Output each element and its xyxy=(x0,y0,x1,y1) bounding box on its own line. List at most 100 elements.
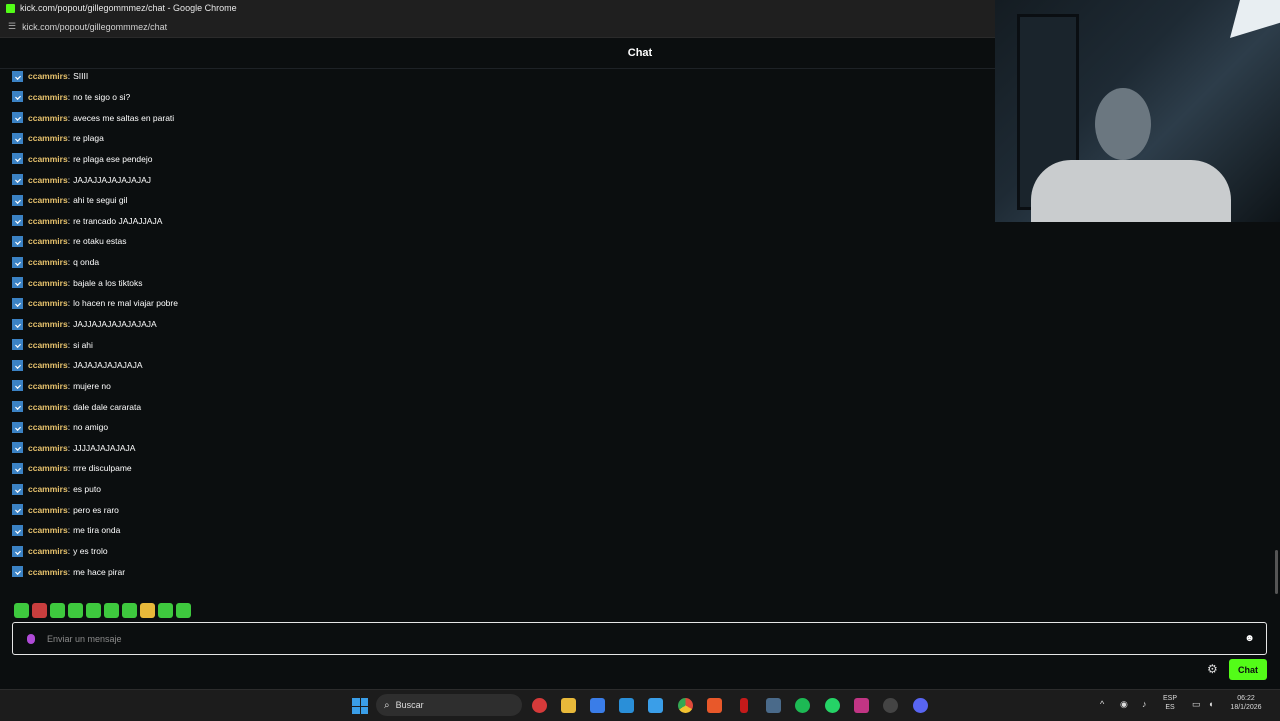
message-text: y es trolo xyxy=(73,546,108,557)
message-username[interactable]: ccammirs xyxy=(28,546,68,556)
chrome-icon[interactable] xyxy=(678,698,693,713)
emote-icon[interactable] xyxy=(122,603,137,618)
message-username[interactable]: ccammirs xyxy=(28,381,68,391)
taskbar-search[interactable]: ⌕ Buscar xyxy=(376,694,522,716)
message-username[interactable]: ccammirs xyxy=(28,92,68,102)
netflix-icon[interactable] xyxy=(740,698,748,713)
whatsapp-icon[interactable] xyxy=(825,698,840,713)
app-window-icon[interactable] xyxy=(648,698,663,713)
clock[interactable]: 06:22 18/1/2026 xyxy=(1226,694,1266,712)
message-username[interactable]: ccammirs xyxy=(28,175,68,185)
discord-icon[interactable] xyxy=(913,698,928,713)
message-text: JAJAJAJAJAJAJA xyxy=(73,360,143,371)
photos-icon[interactable] xyxy=(619,698,634,713)
chat-message: ccammirs: me hace pirar xyxy=(12,561,912,582)
chat-message: ccammirs: re plaga xyxy=(12,128,912,149)
message-username[interactable]: ccammirs xyxy=(28,298,68,308)
message-username[interactable]: ccammirs xyxy=(28,257,68,267)
message-username[interactable]: ccammirs xyxy=(28,360,68,370)
message-username[interactable]: ccammirs xyxy=(28,443,68,453)
emote-icon[interactable] xyxy=(158,603,173,618)
chat-message: ccammirs: no te sigo o si? xyxy=(12,87,912,108)
message-separator: : xyxy=(67,566,71,577)
message-text: SIIII xyxy=(73,71,89,82)
chat-message: ccammirs: re plaga ese pendejo xyxy=(12,149,912,170)
emote-icon[interactable] xyxy=(32,603,47,618)
send-chat-button[interactable]: Chat xyxy=(1229,659,1267,680)
webcam-person-head xyxy=(1095,88,1151,160)
message-separator: : xyxy=(67,257,71,268)
emote-icon[interactable] xyxy=(104,603,119,618)
tray-network-app-icon[interactable]: ◉ xyxy=(1120,699,1128,710)
chat-message: ccammirs: ahi te segui gil xyxy=(12,190,912,211)
store-icon[interactable] xyxy=(590,698,605,713)
message-text: me hace pirar xyxy=(73,566,126,577)
tray-display-icon[interactable]: ▭ xyxy=(1192,699,1201,710)
message-separator: : xyxy=(67,401,71,412)
obs-icon[interactable] xyxy=(883,698,898,713)
instagram-icon[interactable] xyxy=(854,698,869,713)
microphone-icon[interactable] xyxy=(27,633,35,644)
message-username[interactable]: ccammirs xyxy=(28,278,68,288)
app-record-icon[interactable] xyxy=(532,698,547,713)
message-username[interactable]: ccammirs xyxy=(28,133,68,143)
message-username[interactable]: ccammirs xyxy=(28,216,68,226)
chat-message-input[interactable] xyxy=(45,632,1244,645)
message-username[interactable]: ccammirs xyxy=(28,484,68,494)
message-username[interactable]: ccammirs xyxy=(28,340,68,350)
message-username[interactable]: ccammirs xyxy=(28,402,68,412)
message-separator: : xyxy=(67,112,71,123)
message-text: es puto xyxy=(73,484,101,495)
message-username[interactable]: ccammirs xyxy=(28,567,68,577)
message-username[interactable]: ccammirs xyxy=(28,71,68,81)
message-username[interactable]: ccammirs xyxy=(28,505,68,515)
user-badge-icon xyxy=(12,359,23,371)
user-badge-icon xyxy=(12,483,23,495)
emote-icon[interactable] xyxy=(68,603,83,618)
message-username[interactable]: ccammirs xyxy=(28,154,68,164)
user-badge-icon xyxy=(12,215,23,227)
user-badge-icon xyxy=(12,256,23,268)
app-orange-icon[interactable] xyxy=(707,698,722,713)
user-badge-icon xyxy=(12,421,23,433)
tray-volume-icon[interactable]: ◖ xyxy=(1208,699,1213,709)
tray-mic-icon[interactable]: ♪ xyxy=(1142,699,1147,709)
user-badge-icon xyxy=(12,153,23,165)
message-username[interactable]: ccammirs xyxy=(28,422,68,432)
message-text: pero es raro xyxy=(73,504,119,515)
emote-icon[interactable] xyxy=(86,603,101,618)
message-username[interactable]: ccammirs xyxy=(28,195,68,205)
user-badge-icon xyxy=(12,91,23,103)
file-explorer-icon[interactable] xyxy=(561,698,576,713)
language-indicator[interactable]: ESP ES xyxy=(1163,694,1177,712)
emote-icon[interactable] xyxy=(140,603,155,618)
message-separator: : xyxy=(67,484,71,495)
chat-message: ccammirs: si ahi xyxy=(12,334,912,355)
message-username[interactable]: ccammirs xyxy=(28,463,68,473)
emote-icon[interactable] xyxy=(50,603,65,618)
app-folder-icon[interactable] xyxy=(766,698,781,713)
message-username[interactable]: ccammirs xyxy=(28,113,68,123)
tray-chevron-up-icon[interactable]: ^ xyxy=(1100,699,1104,709)
emote-icon[interactable] xyxy=(14,603,29,618)
message-text: mujere no xyxy=(73,380,111,391)
chat-message: ccammirs: JAJAJAJAJAJAJA xyxy=(12,355,912,376)
chat-input-container[interactable]: ☻ xyxy=(12,622,1267,655)
user-badge-icon xyxy=(12,70,23,82)
site-info-icon[interactable]: ☰ xyxy=(8,21,16,32)
emoji-picker-icon[interactable]: ☻ xyxy=(1244,633,1255,644)
windows-taskbar: ⌕ Buscar ^ ◉ ♪ ESP ES ▭ ◖ 06:22 18/1/202… xyxy=(0,689,1280,721)
emote-icon[interactable] xyxy=(176,603,191,618)
chat-scrollbar[interactable] xyxy=(1275,550,1278,594)
message-separator: : xyxy=(67,236,71,247)
chat-message: ccammirs: JJJJAJAJAJAJA xyxy=(12,438,912,459)
spotify-icon[interactable] xyxy=(795,698,810,713)
message-username[interactable]: ccammirs xyxy=(28,319,68,329)
clock-time: 06:22 xyxy=(1237,695,1255,702)
url-text[interactable]: kick.com/popout/gillegommmez/chat xyxy=(22,22,167,32)
webcam-light xyxy=(1230,0,1280,38)
message-username[interactable]: ccammirs xyxy=(28,525,68,535)
windows-start-icon[interactable] xyxy=(352,698,368,714)
message-username[interactable]: ccammirs xyxy=(28,236,68,246)
chat-settings-gear-icon[interactable]: ⚙ xyxy=(1207,662,1218,676)
